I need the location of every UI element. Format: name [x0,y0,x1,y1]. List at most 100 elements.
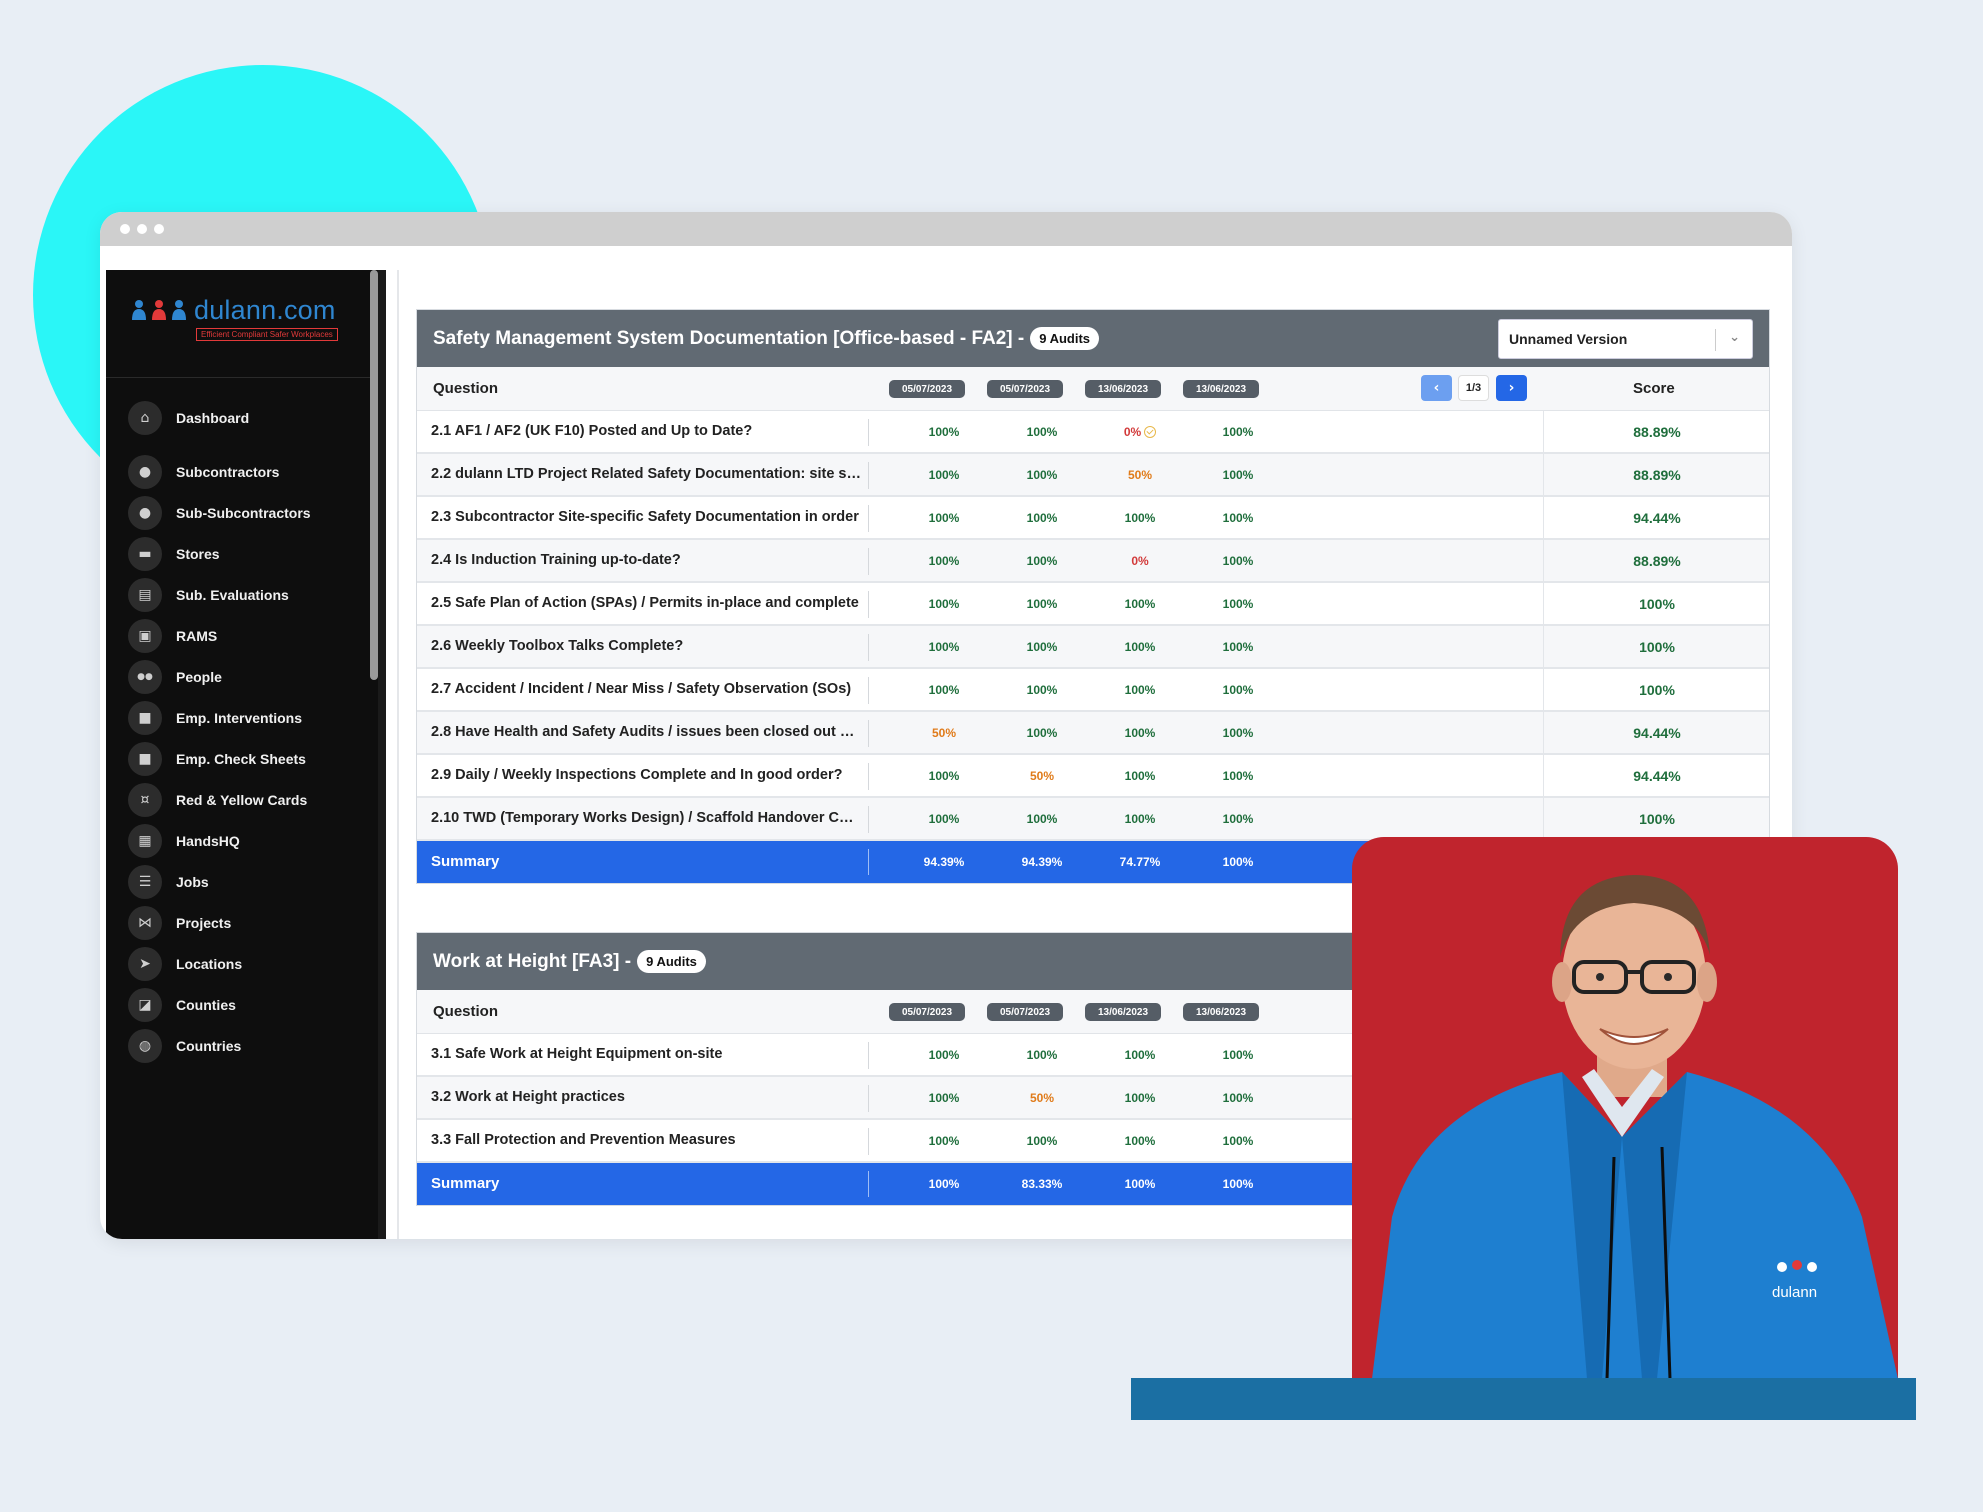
list-icon: ☰ [128,865,162,899]
audit-result-value: 100% [928,511,960,525]
audit-result-value: 50% [1029,769,1055,783]
audit-result-cell: 100% [1200,425,1276,439]
window-dot-1 [120,224,130,234]
audit-result-cell: 100% [906,511,982,525]
audit-result-cell: 100% [1004,1048,1080,1062]
column-separator [868,634,869,661]
column-separator [868,419,869,446]
document-icon: ▤ [128,578,162,612]
brand-logo[interactable]: dulann.com Efficient Compliant Safer Wor… [106,270,378,378]
table-row[interactable]: 2.6 Weekly Toolbox Talks Complete? 100% 10… [417,626,1769,669]
people-logo-icon [132,300,186,320]
sidebar-item-rams[interactable]: ▣ RAMS [128,617,217,655]
score-value: 88.89% [1633,467,1681,483]
audit-result-value: 100% [1026,1134,1058,1148]
audit-result-cell: 100% [906,597,982,611]
audit-result-cell: 100% [1200,812,1276,826]
table-row[interactable]: 2.3 Subcontractor Site-specific Safety D… [417,497,1769,540]
sidebar-item-sub-evaluations[interactable]: ▤ Sub. Evaluations [128,576,289,614]
decorative-blue-bar [1131,1378,1916,1420]
audit-result-value: 100% [1222,597,1254,611]
audit-result-value: 100% [1124,1048,1156,1062]
table-row[interactable]: 2.1 AF1 / AF2 (UK F10) Posted and Up to … [417,411,1769,454]
sidebar-item-subcontractors[interactable]: ● Subcontractors [128,453,279,491]
summary-cell: 100% [1222,1177,1254,1191]
audit-result-value: 100% [1222,812,1254,826]
location-arrow-icon: ➤ [128,947,162,981]
sidebar-item-label: Stores [176,546,220,562]
question-text: 3.1 Safe Work at Height Equipment on-sit… [431,1046,723,1062]
date-column-header: 13/06/2023 [1183,1003,1259,1021]
coins-icon: ¤ [128,783,162,817]
sidebar-item-dashboard[interactable]: ⌂ Dashboard [128,399,249,437]
audit-result-value: 100% [928,468,960,482]
audit-result-cell: 100% [906,683,982,697]
summary-cell: 94.39% [1021,855,1063,869]
sidebar-item-stores[interactable]: ▬ Stores [128,535,220,573]
audit-result-value: 100% [928,554,960,568]
brand-tagline: Efficient Compliant Safer Workplaces [196,328,338,341]
audit-result-cell: 50% [1102,468,1178,482]
audit-result-value: 100% [1124,1134,1156,1148]
table-row[interactable]: 2.9 Daily / Weekly Inspections Complete … [417,755,1769,798]
score-value: 94.44% [1633,725,1681,741]
pager-next-button[interactable]: › [1496,375,1527,401]
table-row[interactable]: 2.5 Safe Plan of Action (SPAs) / Permits… [417,583,1769,626]
pager-page-indicator: 1/3 [1458,375,1489,401]
version-select-value: Unnamed Version [1509,331,1628,347]
audit-card-fa2: Safety Management System Documentation [… [416,309,1770,884]
card-title: Work at Height [FA3] - [433,950,632,972]
column-separator [868,505,869,532]
audit-result-value: 100% [928,683,960,697]
sidebar-item-people[interactable]: ●● People [128,658,222,696]
sidebar-item-jobs[interactable]: ☰ Jobs [128,863,209,901]
check-circle-icon[interactable] [1144,426,1157,438]
sidebar-item-handshq[interactable]: ▦ HandsHQ [128,822,240,860]
sidebar-item-emp-interventions[interactable]: ■ Emp. Interventions [128,699,302,737]
sidebar-scrollbar[interactable] [370,270,378,680]
sidebar-item-projects[interactable]: ⋈ Projects [128,904,231,942]
sidebar-item-countries[interactable]: ◍ Countries [128,1027,241,1065]
table-row[interactable]: 2.4 Is Induction Training up-to-date? 100… [417,540,1769,583]
window-dot-2 [137,224,147,234]
summary-cell: 100% [1222,855,1254,869]
sidebar-item-red-yellow-cards[interactable]: ¤ Red & Yellow Cards [128,781,307,819]
sidebar-item-label: Emp. Check Sheets [176,751,306,767]
pager-prev-button[interactable]: ‹ [1421,375,1452,401]
date-column-header: 05/07/2023 [987,380,1063,398]
audit-result-value: 100% [928,1091,960,1105]
audit-result-value: 100% [1222,683,1254,697]
sidebar-item-counties[interactable]: ◪ Counties [128,986,236,1024]
score-value: 100% [1639,682,1675,698]
score-value: 88.89% [1633,553,1681,569]
sidebar-item-label: Projects [176,915,232,931]
table-row[interactable]: 2.8 Have Health and Safety Audits / issu… [417,712,1769,755]
audit-result-value: 100% [1222,468,1254,482]
people-icon: ●● [128,660,162,694]
version-select[interactable]: Unnamed Version ⌄ [1498,319,1753,359]
audit-result-cell: 100% [906,1134,982,1148]
audit-result-value: 100% [1026,554,1058,568]
person-photo: dulann [1352,837,1898,1379]
audit-result-cell: 100% [906,1091,982,1105]
audit-result-value: 100% [1026,425,1058,439]
score-column-header: Score [1633,380,1675,397]
question-text: 2.3 Subcontractor Site-specific Safety D… [431,509,859,525]
audit-result-cell: 100% [1004,683,1080,697]
sidebar-item-emp-check-sheets[interactable]: ■ Emp. Check Sheets [128,740,306,778]
table-row[interactable]: 2.2 dulann LTD Project Related Safety Do… [417,454,1769,497]
audit-result-cell: 100% [1004,726,1080,740]
sidebar-item-locations[interactable]: ➤ Locations [128,945,242,983]
audit-result-cell: 100% [1102,640,1178,654]
table-row[interactable]: 2.7 Accident / Incident / Near Miss / Sa… [417,669,1769,712]
score-value: 88.89% [1633,424,1681,440]
sidebar-item-sub-subcontractors[interactable]: ● Sub-Subcontractors [128,494,311,532]
question-text: 2.5 Safe Plan of Action (SPAs) / Permits… [431,595,859,611]
audit-result-cell: 100% [1200,511,1276,525]
store-icon: ▬ [128,537,162,571]
audit-result-value: 100% [1124,1091,1156,1105]
table-row[interactable]: 2.10 TWD (Temporary Works Design) / Scaf… [417,798,1769,841]
date-column-header: 05/07/2023 [889,1003,965,1021]
audit-result-cell: 100% [1102,769,1178,783]
date-column-header: 05/07/2023 [889,380,965,398]
